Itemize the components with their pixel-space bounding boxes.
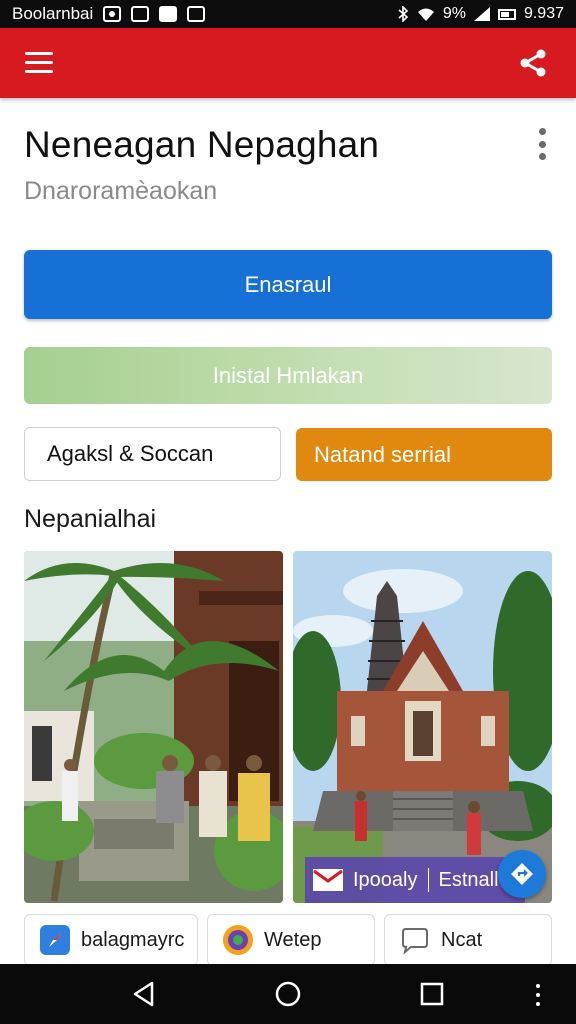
battery-icon [497,8,516,20]
signal-icon [473,7,490,21]
record-icon [187,6,206,22]
chat-icon [402,928,428,955]
caption-right-text: Estnall [438,868,499,891]
secondary-button[interactable]: Inistal Hmlakan [24,347,552,404]
carrier-label: Boolarnbai [12,4,94,23]
outline-button[interactable]: Agaksl & Soccan [24,427,281,481]
home-icon[interactable] [274,980,302,1008]
orange-button-label: Natand serrial [314,441,451,467]
recents-icon[interactable] [418,980,446,1008]
chip-wetep[interactable]: Wetep [207,914,375,966]
caption-divider [427,868,429,892]
chip-ncat-label: Ncat [441,928,483,951]
orange-button[interactable]: Natand serrial [296,428,552,481]
page-title: Neneagan Nepaghan [24,124,380,165]
garden-photo[interactable] [24,551,283,903]
page-subtitle: Dnaroramèaokan [24,177,218,205]
overflow-menu-icon[interactable] [536,128,548,160]
chip-ncat[interactable]: Ncat [384,914,552,966]
back-icon[interactable] [130,980,158,1008]
secondary-button-label: Inistal Hmlakan [212,362,364,388]
section-title: Nepanialhai [24,505,157,533]
temple-photo[interactable] [293,551,552,903]
chip-compass-label: balagmayrc [81,928,185,951]
status-bar: Boolarnbai 9% 9.937 [0,0,576,28]
system-nav-bar [0,964,576,1024]
app-bar [0,28,576,98]
bluetooth-icon [398,6,408,22]
diamond-arrow-icon [511,863,533,885]
compass-icon [40,925,70,955]
photo-caption-bar[interactable]: Ipooaly Estnall [305,857,525,903]
mail-icon [159,6,178,22]
status-time: 9.937 [523,5,564,22]
chip-compass[interactable]: balagmayrc [24,914,198,966]
primary-button-label: Enasraul [244,271,332,297]
nav-more-icon[interactable] [534,984,542,1006]
menu-icon[interactable] [25,52,53,74]
outline-button-label: Agaksl & Soccan [47,441,214,466]
chip-wetep-label: Wetep [264,928,322,951]
directions-fab[interactable] [498,850,546,898]
share-icon[interactable] [518,48,548,78]
wifi-icon [417,8,434,21]
image-icon [131,6,150,22]
primary-button[interactable]: Enasraul [24,250,552,319]
app-logo-icon [223,925,253,955]
caption-left-text: Ipooaly [353,868,418,891]
battery-percent: 9% [442,5,466,22]
mail-icon [313,869,343,891]
camera-icon [103,6,122,22]
